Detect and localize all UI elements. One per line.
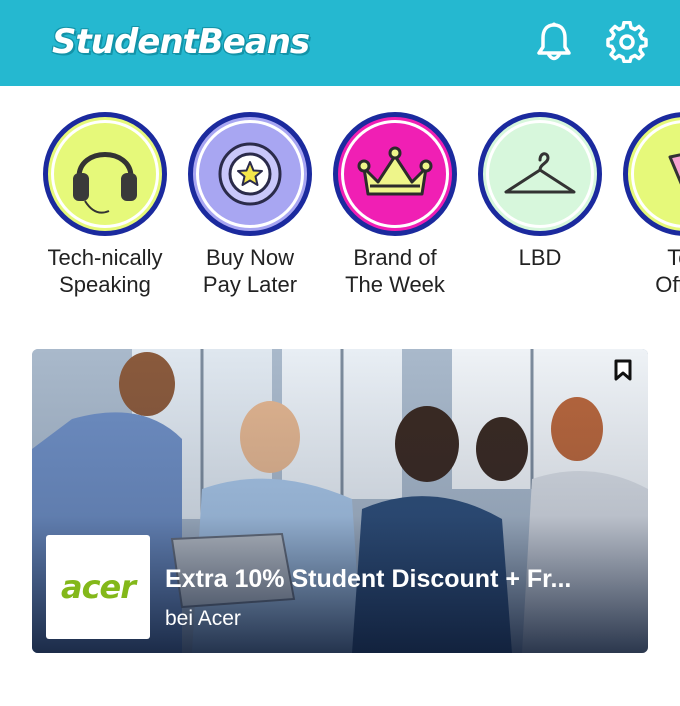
category-circle: [188, 112, 312, 236]
bookmark-button[interactable]: [614, 359, 632, 381]
category-circle: [333, 112, 457, 236]
tag-icon: [668, 153, 680, 185]
category-label: Tech-nically Speaking: [47, 245, 163, 297]
crown-icon: [357, 146, 433, 196]
category-label: Top Offers: [655, 245, 680, 297]
category-brand-of-the-week[interactable]: Brand of The Week: [325, 112, 465, 298]
brand-logo: acer: [60, 568, 136, 606]
category-label: Buy Now Pay Later: [202, 245, 298, 297]
brand-logo-box: acer: [46, 535, 150, 639]
offer-card[interactable]: acer Extra 10% Student Discount + Fr... …: [32, 349, 648, 653]
category-carousel[interactable]: Tech-nically Speaking Buy Now Pay Later …: [0, 112, 680, 312]
category-tech-nically-speaking[interactable]: Tech-nically Speaking: [35, 112, 175, 298]
headphones-icon: [73, 152, 137, 214]
category-lbd[interactable]: LBD: [470, 112, 610, 271]
category-circle: [478, 112, 602, 236]
bell-icon: [537, 22, 571, 61]
hanger-icon: [504, 152, 576, 194]
category-top-offers[interactable]: Top Offers: [615, 112, 680, 298]
offer-subtitle: bei Acer: [165, 607, 241, 630]
star-coin-icon: [218, 142, 282, 206]
category-label: LBD: [518, 245, 562, 270]
settings-button[interactable]: [605, 20, 649, 64]
category-buy-now-pay-later[interactable]: Buy Now Pay Later: [180, 112, 320, 298]
category-circle: [43, 112, 167, 236]
offer-title: Extra 10% Student Discount + Fr...: [165, 565, 572, 593]
app-header: StudentBeans: [0, 0, 680, 86]
notifications-button[interactable]: [532, 20, 576, 64]
bookmark-icon: [614, 359, 632, 381]
category-circle: [623, 112, 680, 236]
gear-icon: [606, 21, 648, 63]
app-logo[interactable]: StudentBeans: [52, 14, 310, 70]
category-label: Brand of The Week: [345, 245, 445, 297]
